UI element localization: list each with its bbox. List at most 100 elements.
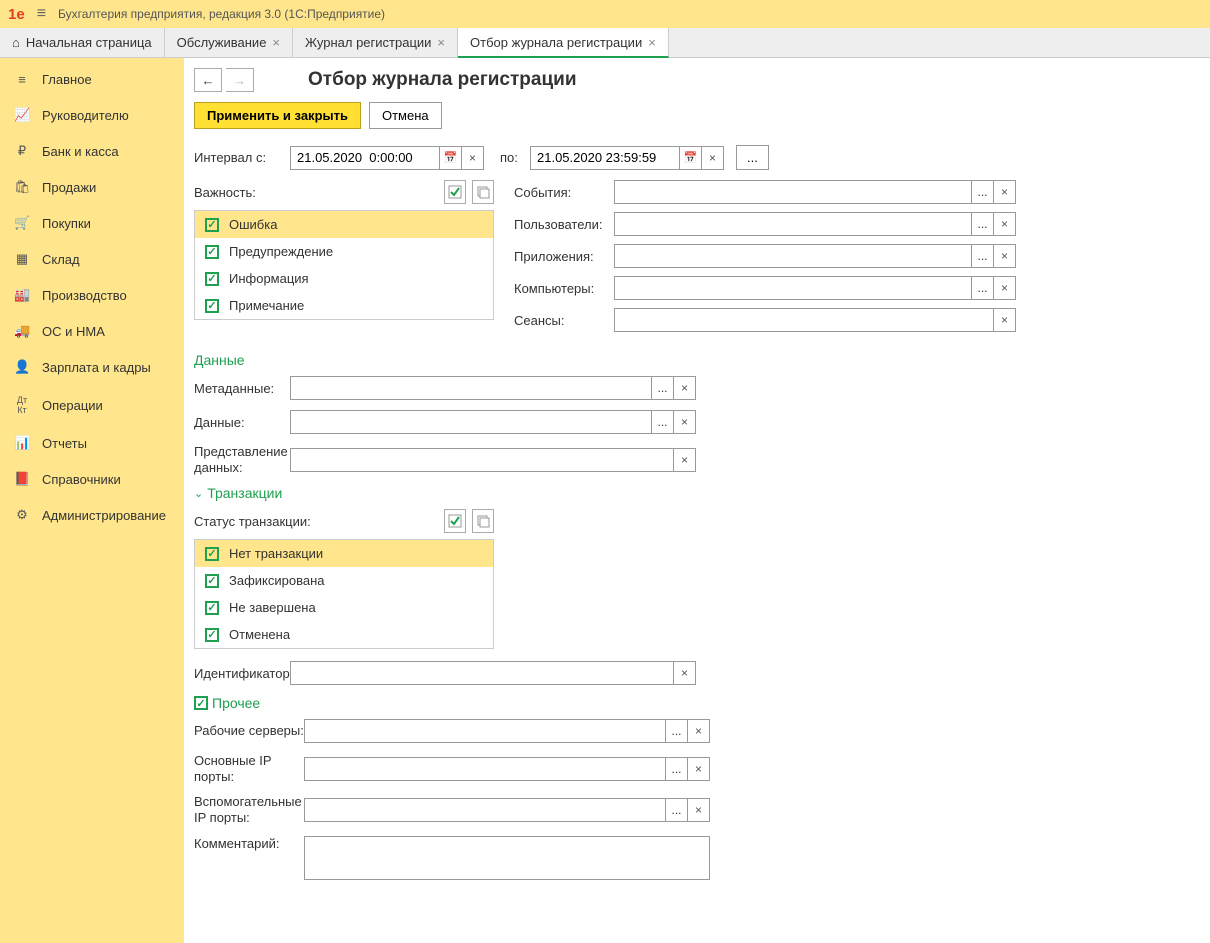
- sidebar-item-catalogs[interactable]: 📕Справочники: [0, 461, 184, 497]
- severity-item-error[interactable]: ✓ Ошибка: [195, 211, 493, 238]
- tab-home[interactable]: ⌂ Начальная страница: [0, 28, 165, 57]
- section-label: Данные: [194, 352, 245, 368]
- dtkt-icon: ДтКт: [14, 395, 30, 415]
- sidebar-item-salary[interactable]: 👤Зарплата и кадры: [0, 349, 184, 385]
- severity-item-info[interactable]: ✓Информация: [195, 265, 493, 292]
- severity-item-warning[interactable]: ✓Предупреждение: [195, 238, 493, 265]
- trans-item-none[interactable]: ✓Нет транзакции: [195, 540, 493, 567]
- list-item-label: Отменена: [229, 627, 290, 642]
- ruble-icon: ₽: [14, 143, 30, 159]
- data-repr-input[interactable]: [290, 448, 674, 472]
- list-item-label: Ошибка: [229, 217, 277, 232]
- cancel-button[interactable]: Отмена: [369, 102, 442, 129]
- more-button[interactable]: ...: [736, 145, 769, 170]
- servers-input[interactable]: [304, 719, 666, 743]
- apply-close-button[interactable]: Применить и закрыть: [194, 102, 361, 129]
- nav-back-button[interactable]: ←: [194, 68, 222, 92]
- severity-item-note[interactable]: ✓Примечание: [195, 292, 493, 319]
- clear-icon[interactable]: ×: [688, 719, 710, 743]
- clear-icon[interactable]: ×: [688, 798, 710, 822]
- nav-forward-button[interactable]: →: [226, 68, 254, 92]
- sidebar-item-label: Продажи: [42, 180, 96, 195]
- clear-icon[interactable]: ×: [994, 180, 1016, 204]
- trans-status-label: Статус транзакции:: [194, 514, 311, 529]
- main-menu-icon[interactable]: ≡: [37, 5, 46, 23]
- sidebar-item-warehouse[interactable]: ▦Склад: [0, 241, 184, 277]
- clear-icon[interactable]: ×: [674, 661, 696, 685]
- clear-icon[interactable]: ×: [994, 244, 1016, 268]
- close-icon[interactable]: ×: [648, 35, 656, 50]
- checkbox-icon: ✓: [205, 218, 219, 232]
- sidebar-item-main[interactable]: ≡Главное: [0, 62, 184, 97]
- lookup-icon[interactable]: ...: [666, 757, 688, 781]
- lookup-icon[interactable]: ...: [652, 376, 674, 400]
- sidebar: ≡Главное 📈Руководителю ₽Банк и касса 🛍Пр…: [0, 58, 184, 943]
- data-input[interactable]: [290, 410, 652, 434]
- metadata-input[interactable]: [290, 376, 652, 400]
- lookup-icon[interactable]: ...: [972, 276, 994, 300]
- comment-input[interactable]: [304, 836, 710, 880]
- sidebar-item-sales[interactable]: 🛍Продажи: [0, 169, 184, 205]
- lookup-icon[interactable]: ...: [972, 244, 994, 268]
- calendar-icon[interactable]: 📅: [680, 146, 702, 170]
- trans-item-committed[interactable]: ✓Зафиксирована: [195, 567, 493, 594]
- clear-icon[interactable]: ×: [674, 410, 696, 434]
- sidebar-item-production[interactable]: 🏭Производство: [0, 277, 184, 313]
- check-all-button[interactable]: [444, 180, 466, 204]
- clear-icon[interactable]: ×: [994, 212, 1016, 236]
- close-icon[interactable]: ×: [272, 35, 280, 50]
- sidebar-item-purchases[interactable]: 🛒Покупки: [0, 205, 184, 241]
- clear-icon[interactable]: ×: [994, 276, 1016, 300]
- close-icon[interactable]: ×: [437, 35, 445, 50]
- trans-item-cancelled[interactable]: ✓ Отменена: [195, 621, 493, 648]
- transactions-section-title[interactable]: ⌄Транзакции: [194, 485, 1194, 501]
- lookup-icon[interactable]: ...: [652, 410, 674, 434]
- sidebar-item-label: Покупки: [42, 216, 91, 231]
- interval-from-label: Интервал с:: [194, 150, 290, 165]
- calendar-icon[interactable]: 📅: [440, 146, 462, 170]
- apps-input[interactable]: [614, 244, 972, 268]
- metadata-label: Метаданные:: [194, 381, 290, 396]
- tab-service[interactable]: Обслуживание ×: [165, 28, 293, 57]
- sidebar-item-bank[interactable]: ₽Банк и касса: [0, 133, 184, 169]
- interval-from-input[interactable]: [290, 146, 440, 170]
- interval-to-input[interactable]: [530, 146, 680, 170]
- sidebar-item-label: Справочники: [42, 472, 121, 487]
- tab-log[interactable]: Журнал регистрации ×: [293, 28, 458, 57]
- other-section-title[interactable]: ✓ Прочее: [194, 695, 1194, 711]
- clear-icon[interactable]: ×: [702, 146, 724, 170]
- sidebar-item-manager[interactable]: 📈Руководителю: [0, 97, 184, 133]
- sidebar-item-admin[interactable]: ⚙Администрирование: [0, 497, 184, 533]
- clear-icon[interactable]: ×: [674, 448, 696, 472]
- sidebar-item-label: Отчеты: [42, 436, 87, 451]
- sidebar-item-operations[interactable]: ДтКтОперации: [0, 385, 184, 425]
- ident-input[interactable]: [290, 661, 674, 685]
- list-item-label: Примечание: [229, 298, 304, 313]
- uncheck-all-button[interactable]: [472, 509, 494, 533]
- logo-1c: 1e: [8, 6, 25, 23]
- clear-icon[interactable]: ×: [688, 757, 710, 781]
- clear-icon[interactable]: ×: [462, 146, 484, 170]
- trans-item-pending[interactable]: ✓Не завершена: [195, 594, 493, 621]
- events-label: События:: [514, 185, 614, 200]
- sessions-input[interactable]: [614, 308, 994, 332]
- lookup-icon[interactable]: ...: [666, 719, 688, 743]
- checkbox-icon: ✓: [205, 628, 219, 642]
- lookup-icon[interactable]: ...: [972, 212, 994, 236]
- ports-input[interactable]: [304, 757, 666, 781]
- lookup-icon[interactable]: ...: [972, 180, 994, 204]
- sidebar-item-reports[interactable]: 📊Отчеты: [0, 425, 184, 461]
- aux-ports-input[interactable]: [304, 798, 666, 822]
- clear-icon[interactable]: ×: [674, 376, 696, 400]
- uncheck-all-button[interactable]: [472, 180, 494, 204]
- section-label: Транзакции: [207, 485, 282, 501]
- clear-icon[interactable]: ×: [994, 308, 1016, 332]
- users-input[interactable]: [614, 212, 972, 236]
- computers-input[interactable]: [614, 276, 972, 300]
- sidebar-item-os-nma[interactable]: 🚚ОС и НМА: [0, 313, 184, 349]
- check-all-button[interactable]: [444, 509, 466, 533]
- tab-log-filter[interactable]: Отбор журнала регистрации ×: [458, 28, 669, 58]
- events-input[interactable]: [614, 180, 972, 204]
- checkbox-icon: ✓: [205, 245, 219, 259]
- lookup-icon[interactable]: ...: [666, 798, 688, 822]
